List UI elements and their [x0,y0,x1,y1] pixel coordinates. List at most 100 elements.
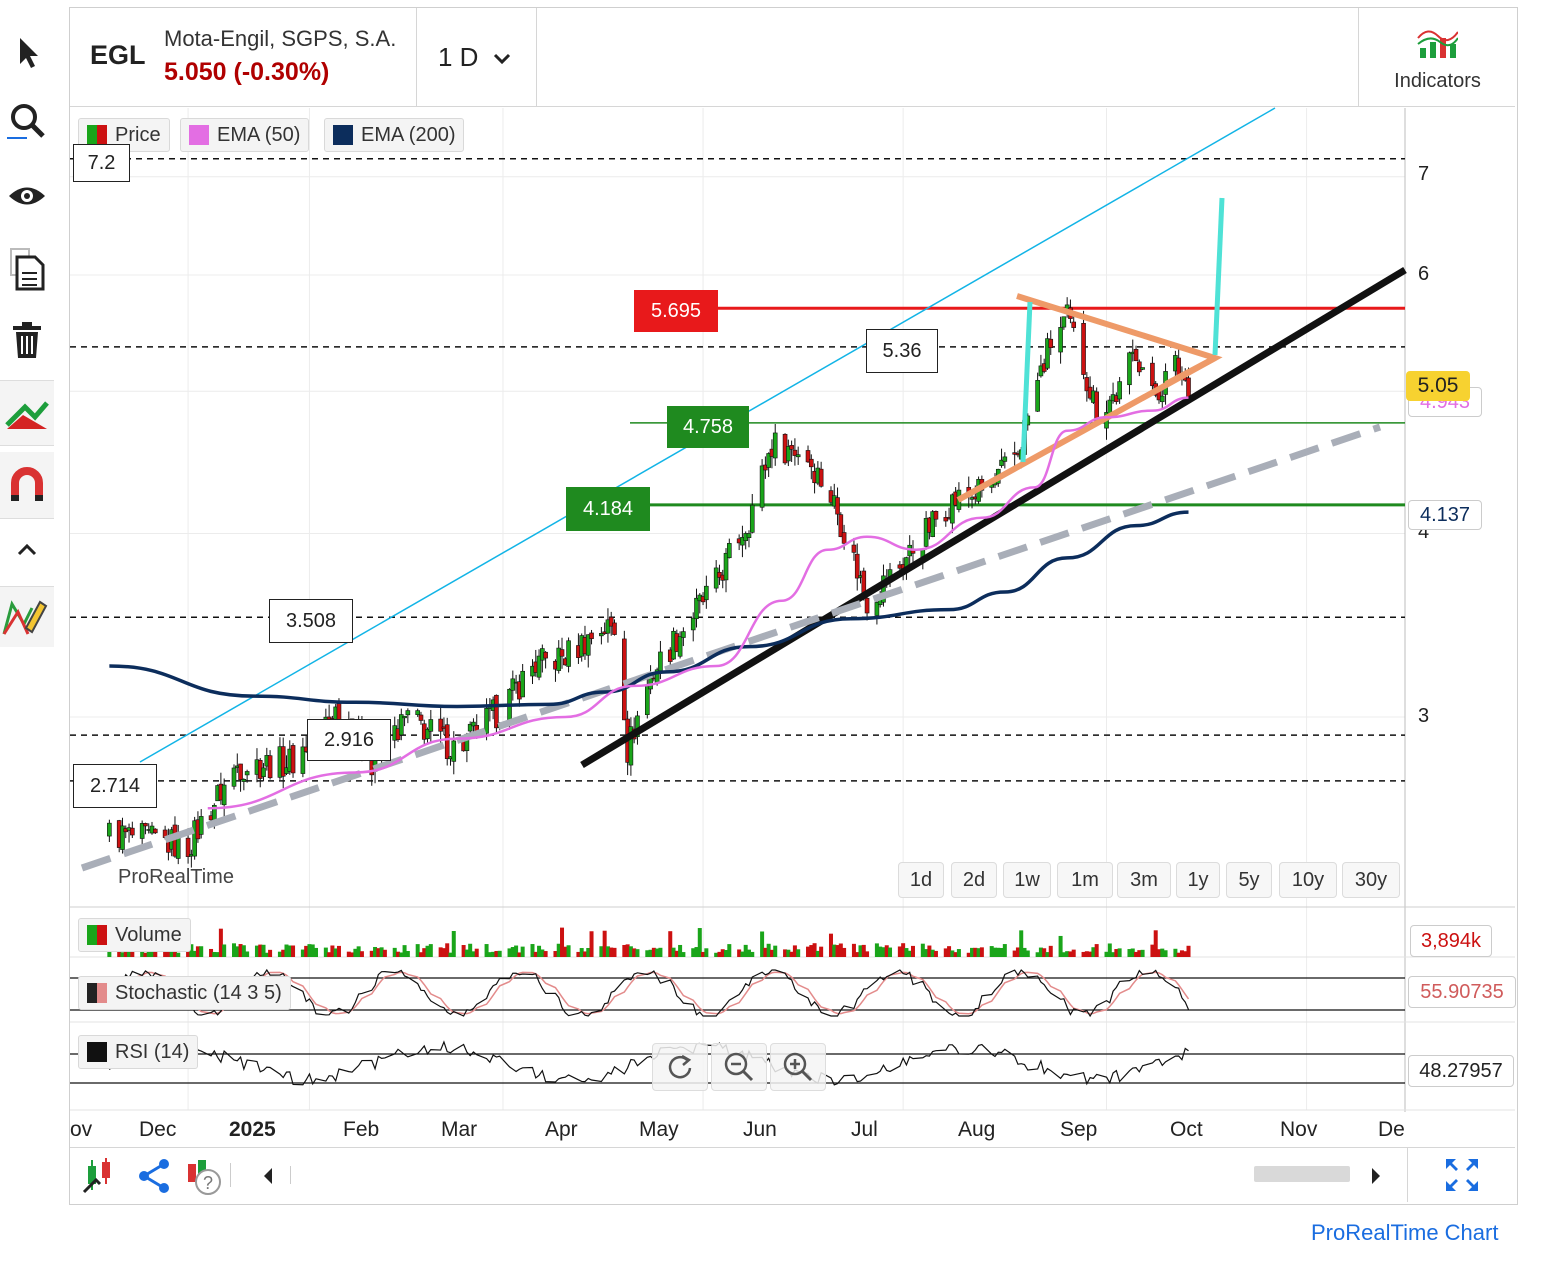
legend-volume[interactable]: Volume [78,918,191,952]
share-icon [139,1159,169,1193]
candle [130,827,135,836]
volume-bar [910,945,915,957]
last-price-tag: 5.05 [1406,371,1470,401]
volume-bar [497,950,502,957]
candle [1133,348,1139,362]
month-label: Sep [1060,1118,1098,1141]
month-label: Aug [958,1118,996,1141]
candle [835,497,840,515]
range-1w[interactable]: 1w [1003,862,1051,898]
range-3m[interactable]: 3m [1117,862,1171,898]
volume-bar [291,945,296,957]
candle [612,622,617,635]
range-2d[interactable]: 2d [951,862,997,898]
month-label: Apr [545,1118,578,1141]
candle [494,694,499,729]
volume-value-tag: 3,894k [1410,925,1492,957]
scroll-right-button[interactable] [1369,1166,1383,1191]
range-10y[interactable]: 10y [1279,862,1337,898]
reset-zoom-button[interactable] [652,1043,708,1091]
volume-bar [1186,945,1191,957]
help-icon: ? [188,1160,221,1195]
prorealtime-chart-link[interactable]: ProRealTime Chart [1311,1220,1498,1246]
candle [510,678,516,691]
volume-bar [589,931,594,957]
candle [1061,316,1067,328]
candle [795,454,801,458]
zoom-in-button[interactable] [770,1043,826,1091]
candle [851,544,857,553]
fullscreen-button[interactable] [1444,1157,1480,1198]
candle [267,755,273,779]
scroll-left-button[interactable] [261,1166,275,1191]
scrollbar-thumb[interactable] [1254,1166,1350,1182]
legend-stochastic[interactable]: Stochastic (14 3 5) [78,976,291,1010]
candle [1058,327,1063,353]
legend-rsi[interactable]: RSI (14) [78,1035,199,1069]
candle [644,685,650,716]
volume-bar [336,945,341,957]
range-5y[interactable]: 5y [1226,862,1272,898]
month-label: Mar [441,1118,478,1141]
candle [746,533,752,539]
volume-bar [979,947,984,957]
range-1m[interactable]: 1m [1057,862,1113,898]
candle [864,597,870,614]
volume-bar [474,948,479,957]
volume-bar [382,949,387,957]
range-30y[interactable]: 30y [1342,862,1400,898]
candle [1117,381,1122,400]
month-label: Dec [1378,1118,1405,1141]
candle [694,597,699,620]
rsi-line [108,1040,1189,1086]
month-label: ov [70,1118,93,1141]
fullscreen-icon [1446,1159,1478,1191]
volume-bar [865,951,870,957]
range-1y[interactable]: 1y [1176,862,1220,898]
volume-bar [612,947,617,957]
projection-line [1212,197,1225,356]
legend-ema200-label: EMA (200) [361,123,456,146]
legend-ema200[interactable]: EMA (200) [324,118,465,152]
chart-type-button[interactable] [82,1158,120,1199]
candle [1002,456,1008,462]
reset-icon [668,1054,692,1079]
candle [451,740,457,762]
month-label: Oct [1170,1118,1203,1141]
candle [418,714,424,721]
candle [241,779,247,782]
watermark: ProRealTime [118,866,234,888]
bottom-separator [230,1163,231,1187]
candle [290,745,296,774]
volume-bar [773,945,778,957]
zoom-out-button[interactable] [711,1043,767,1091]
level-label-5.695: 5.695 [634,290,718,332]
candle [704,585,709,601]
candle [589,632,594,639]
candle [933,511,939,520]
share-button[interactable] [136,1158,174,1199]
volume-swatch-icon [87,925,107,945]
candle [261,767,266,778]
ema50-swatch-icon [189,125,209,145]
rsi-value-tag: 48.27957 [1408,1055,1514,1087]
volume-bar [1025,950,1030,957]
month-label: 2025 [229,1118,276,1141]
candle [402,715,407,719]
candle [231,767,237,787]
volume-bar [635,949,640,957]
bottom-right-divider [1407,1148,1408,1202]
volume-bar [268,949,273,957]
range-1d[interactable]: 1d [898,862,944,898]
candle [1035,380,1040,412]
legend-ema50[interactable]: EMA (50) [180,118,310,152]
volume-bar [428,944,433,957]
legend-ema50-label: EMA (50) [217,123,301,146]
volume-bar [199,946,204,957]
ytick-6: 6 [1418,263,1430,285]
candle [1140,367,1145,370]
projection-line [1020,301,1033,463]
volume-bar [359,951,364,957]
candle [566,640,571,667]
help-button[interactable]: ? [184,1158,226,1203]
